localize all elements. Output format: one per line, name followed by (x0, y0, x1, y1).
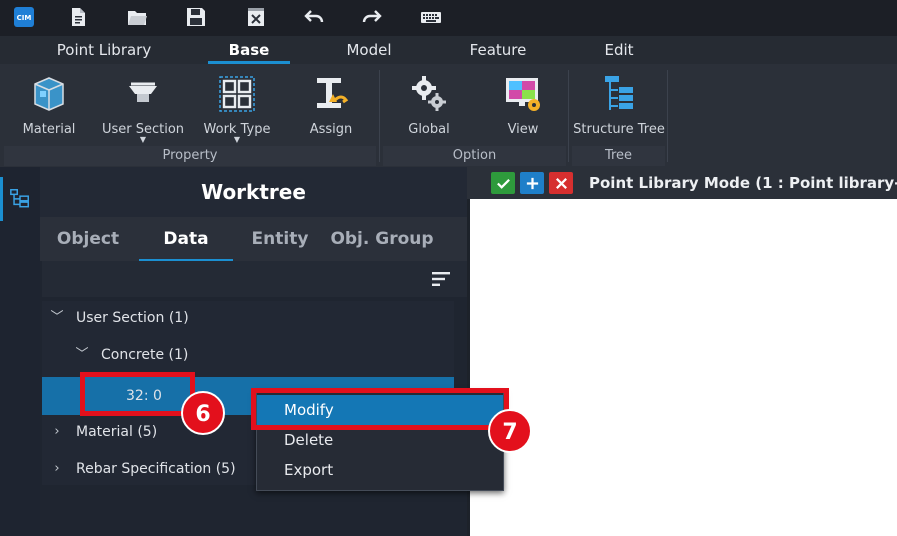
material-button[interactable]: Material (14, 72, 84, 144)
view-button[interactable]: View (488, 72, 558, 144)
assign-button[interactable]: Assign (296, 72, 366, 144)
keyboard-icon[interactable] (417, 4, 445, 30)
tab-object[interactable]: Object (46, 227, 130, 261)
confirm-button[interactable] (491, 172, 515, 194)
step-badge-7: 7 (488, 409, 532, 453)
add-plus-icon (526, 177, 538, 189)
worktree-tab-bar: Object Data Entity Obj. Group (40, 217, 467, 261)
cim-logo-icon[interactable]: CIM (10, 4, 38, 30)
assign-label: Assign (309, 122, 353, 137)
material-label: Material (22, 122, 76, 137)
view-monitor-icon (506, 78, 540, 111)
tree-item-label: Rebar Specification (5) (76, 461, 236, 477)
cancel-button[interactable] (549, 172, 573, 194)
structure-tree-label: Structure Tree (573, 122, 665, 137)
worktree-toggle-button[interactable] (3, 181, 37, 215)
new-document-icon[interactable] (64, 4, 92, 30)
work-type-dropdown-icon[interactable]: ▼ (200, 136, 274, 144)
tab-edit[interactable]: Edit (590, 36, 648, 64)
user-section-dropdown-icon[interactable]: ▼ (100, 136, 186, 144)
save-icon[interactable] (182, 4, 210, 30)
ribbon-group-divider (568, 70, 569, 162)
callout-box-modify (251, 388, 509, 430)
tab-feature[interactable]: Feature (456, 36, 540, 64)
assign-beam-icon (317, 78, 349, 108)
tab-entity[interactable]: Entity (240, 227, 320, 261)
ribbon-group-divider (667, 70, 668, 162)
redo-icon[interactable] (358, 4, 386, 30)
chevron-down-icon[interactable]: ﹀ (75, 339, 89, 371)
ribbon-group-divider (379, 70, 380, 162)
global-label: Global (408, 122, 450, 137)
structure-tree-icon (605, 76, 633, 110)
chevron-right-icon[interactable]: › (50, 416, 64, 448)
tab-base[interactable]: Base (208, 36, 290, 64)
sort-icon[interactable] (431, 270, 451, 288)
step-badge-6: 6 (181, 391, 225, 435)
structure-tree-button[interactable]: Structure Tree (572, 72, 666, 144)
worktree-tree-icon (10, 189, 29, 208)
model-viewport[interactable] (470, 199, 897, 536)
tree-item-label: Concrete (1) (101, 347, 189, 363)
tab-data[interactable]: Data (139, 227, 233, 261)
tree-item-label: Material (5) (76, 424, 158, 440)
logo-text: CIM (17, 14, 32, 22)
tree-item-concrete[interactable]: ﹀ Concrete (1) (42, 339, 454, 371)
tree-item-user-section[interactable]: ﹀ User Section (1) (42, 302, 454, 334)
quick-access-toolbar: CIM (0, 0, 897, 36)
tab-model[interactable]: Model (330, 36, 408, 64)
confirm-check-icon (496, 178, 510, 189)
ribbon-group-option-label: Option (383, 146, 566, 166)
left-dock-strip (0, 167, 40, 536)
chevron-right-icon[interactable]: › (50, 453, 64, 485)
callout-box-selected-item (80, 372, 195, 416)
user-section-icon (129, 82, 157, 102)
work-type-button[interactable]: Work Type ▼ (200, 72, 274, 144)
open-folder-icon[interactable] (123, 4, 151, 30)
viewport-header: Point Library Mode (1 : Point library-1) (467, 167, 897, 199)
material-cube-icon (34, 77, 64, 111)
undo-icon[interactable] (300, 4, 328, 30)
close-document-icon[interactable] (242, 4, 270, 30)
user-section-button[interactable]: User Section ▼ (100, 72, 186, 144)
global-button[interactable]: Global (394, 72, 464, 144)
tab-point-library[interactable]: Point Library (42, 36, 166, 64)
viewport-mode-title: Point Library Mode (1 : Point library-1) (589, 174, 897, 192)
add-button[interactable] (520, 172, 544, 194)
ribbon-group-tree-label: Tree (572, 146, 665, 166)
context-menu-export[interactable]: Export (257, 455, 503, 485)
worktree-toolbar (42, 261, 467, 297)
view-label: View (507, 122, 539, 137)
worktree-title: Worktree (40, 167, 467, 217)
cancel-x-icon (555, 177, 567, 189)
menu-tab-bar: Point Library Base Model Feature Edit (0, 36, 897, 64)
chevron-down-icon[interactable]: ﹀ (50, 302, 64, 334)
tab-obj-group[interactable]: Obj. Group (326, 227, 438, 261)
ribbon: Material User Section ▼ Work Type ▼ Assi… (0, 64, 897, 167)
tree-item-label: User Section (1) (76, 310, 189, 326)
gears-icon (412, 76, 446, 111)
work-type-grid-icon (219, 76, 255, 112)
ribbon-group-property-label: Property (4, 146, 376, 166)
